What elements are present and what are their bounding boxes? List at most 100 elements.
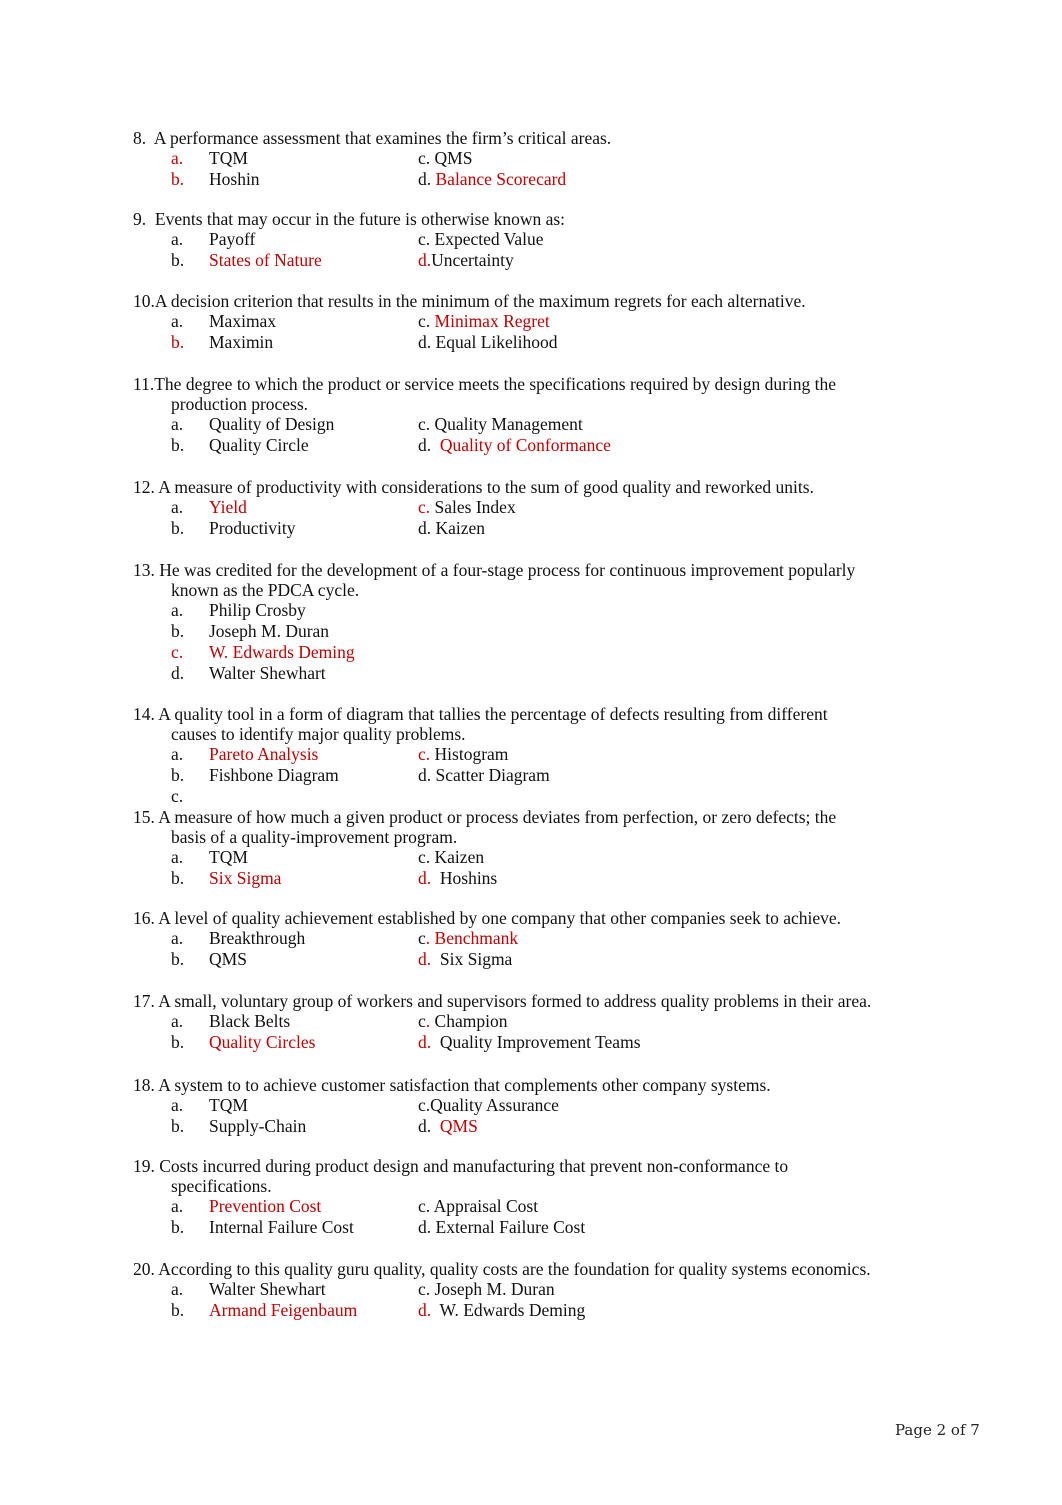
option-text: QMS — [431, 1116, 478, 1136]
option-marker: b. — [171, 1116, 185, 1136]
question-number: 18. — [133, 1075, 155, 1095]
question-number: 8. — [133, 128, 147, 148]
option-text: Benchmank — [430, 928, 519, 948]
option-text: Joseph M. Duran — [430, 1279, 555, 1299]
option-marker: c. — [418, 497, 431, 517]
question-number: 14. — [133, 704, 155, 724]
question-text: A decision criterion that results in the… — [154, 291, 806, 311]
option-text: Histogram — [430, 744, 509, 764]
option-text: Philip Crosby — [209, 600, 306, 620]
question-stem: 17. A small, voluntary group of workers … — [133, 991, 933, 1011]
option-text: Payoff — [209, 229, 256, 249]
question-stem: 8. A performance assessment that examine… — [133, 128, 933, 148]
option-row: a. Pareto Analysis c. Histogram — [133, 744, 933, 765]
answer-option-d: d. Hoshins — [418, 868, 497, 889]
question-stem: 10.A decision criterion that results in … — [133, 291, 933, 311]
answer-option-d: d. QMS — [418, 1116, 478, 1137]
question-number: 15. — [133, 807, 155, 827]
page-number: Page 2 of 7 — [895, 1421, 980, 1439]
answer-option-d: d. Scatter Diagram — [418, 765, 550, 786]
option-row: d. Walter Shewhart — [133, 663, 933, 684]
option-marker: c. — [418, 229, 431, 249]
option-marker: b. — [171, 332, 185, 352]
answer-option-d: d. Equal Likelihood — [418, 332, 558, 353]
option-row: b. Supply-Chain d. QMS — [133, 1116, 933, 1137]
option-text: Equal Likelihood — [431, 332, 558, 352]
option-text: Productivity — [209, 518, 296, 538]
option-text: Yield — [209, 497, 247, 517]
question-text: The degree to which the product or servi… — [154, 374, 837, 394]
option-text: Sales Index — [430, 497, 516, 517]
option-text: Uncertainty — [431, 250, 514, 270]
question-stem: 20. According to this quality guru quali… — [133, 1259, 933, 1279]
option-marker: c. — [418, 744, 431, 764]
option-text: Champion — [430, 1011, 508, 1031]
option-text: Balance Scorecard — [431, 169, 567, 189]
answer-option-c: c. Expected Value — [418, 229, 544, 250]
option-text: Six Sigma — [431, 949, 513, 969]
option-marker: d. — [418, 1217, 432, 1237]
question-number: 13. — [133, 560, 155, 580]
question-text: A level of quality achievement establish… — [154, 908, 842, 928]
question-number: 12. — [133, 477, 155, 497]
option-row: b. Productivity d. Kaizen — [133, 518, 933, 539]
question-stem: 15. A measure of how much a given produc… — [133, 807, 933, 847]
option-text: Quality of Design — [209, 414, 335, 434]
question-stem: 13. He was credited for the development … — [133, 560, 933, 600]
option-text: TQM — [209, 1095, 248, 1115]
option-text: Maximin — [209, 332, 274, 352]
option-marker: c. — [418, 148, 431, 168]
answer-option-c: c. Histogram — [418, 744, 508, 765]
question-number: 10. — [133, 291, 155, 311]
question-number: 11. — [133, 374, 155, 394]
option-text: Quality Assurance — [430, 1095, 559, 1115]
option-text: Six Sigma — [209, 868, 282, 888]
question-14: 14. A quality tool in a form of diagram … — [133, 704, 933, 807]
option-text: Hoshin — [209, 169, 260, 189]
option-marker: a. — [171, 148, 184, 168]
option-text: W. Edwards Deming — [209, 642, 355, 662]
option-text: Walter Shewhart — [209, 663, 326, 683]
option-text: States of Nature — [209, 250, 322, 270]
question-text: A quality tool in a form of diagram that… — [154, 704, 828, 724]
question-number: 19. — [133, 1156, 155, 1176]
option-marker: d. — [418, 1116, 432, 1136]
option-marker: c. — [418, 414, 431, 434]
option-marker: c. — [418, 1279, 431, 1299]
question-stem: 9. Events that may occur in the future i… — [133, 209, 933, 229]
option-text: Pareto Analysis — [209, 744, 319, 764]
question-text: A system to to achieve customer satisfac… — [154, 1075, 771, 1095]
option-marker: b. — [171, 765, 185, 785]
option-text: Minimax Regret — [430, 311, 550, 331]
question-text: A performance assessment that examines t… — [146, 128, 612, 148]
option-text: Appraisal Cost — [430, 1196, 539, 1216]
option-text: W. Edwards Deming — [431, 1300, 586, 1320]
option-marker: d. — [418, 435, 432, 455]
question-13: 13. He was credited for the development … — [133, 560, 933, 684]
question-number: 9. — [133, 209, 147, 229]
question-text: A measure of how much a given product or… — [154, 807, 837, 827]
answer-option-c: c. Benchmank — [418, 928, 518, 949]
option-text: Quality of Conformance — [431, 435, 611, 455]
option-marker: b. — [171, 250, 185, 270]
option-row: c. W. Edwards Deming — [133, 642, 933, 663]
option-marker: b. — [171, 518, 185, 538]
option-row: b. Fishbone Diagram d. Scatter Diagram — [133, 765, 933, 786]
option-text: Internal Failure Cost — [209, 1217, 354, 1237]
option-text: QMS — [430, 148, 473, 168]
option-marker: a. — [171, 229, 184, 249]
question-text: Costs incurred during product design and… — [154, 1156, 789, 1176]
option-text: Joseph M. Duran — [209, 621, 330, 641]
option-text: Kaizen — [430, 847, 485, 867]
question-9: 9. Events that may occur in the future i… — [133, 209, 933, 271]
answer-option-d: d. Six Sigma — [418, 949, 512, 970]
option-marker: b. — [171, 169, 185, 189]
question-18: 18. A system to to achieve customer sati… — [133, 1075, 933, 1137]
option-marker: b. — [171, 621, 185, 641]
question-text-continued: known as the PDCA cycle. — [171, 580, 360, 600]
answer-option-c: c. Joseph M. Duran — [418, 1279, 555, 1300]
answer-option-c: c. Kaizen — [418, 847, 484, 868]
question-text-continued: production process. — [171, 394, 309, 414]
option-row: a. TQM c. QMS — [133, 148, 933, 169]
option-marker: c — [418, 1011, 426, 1031]
